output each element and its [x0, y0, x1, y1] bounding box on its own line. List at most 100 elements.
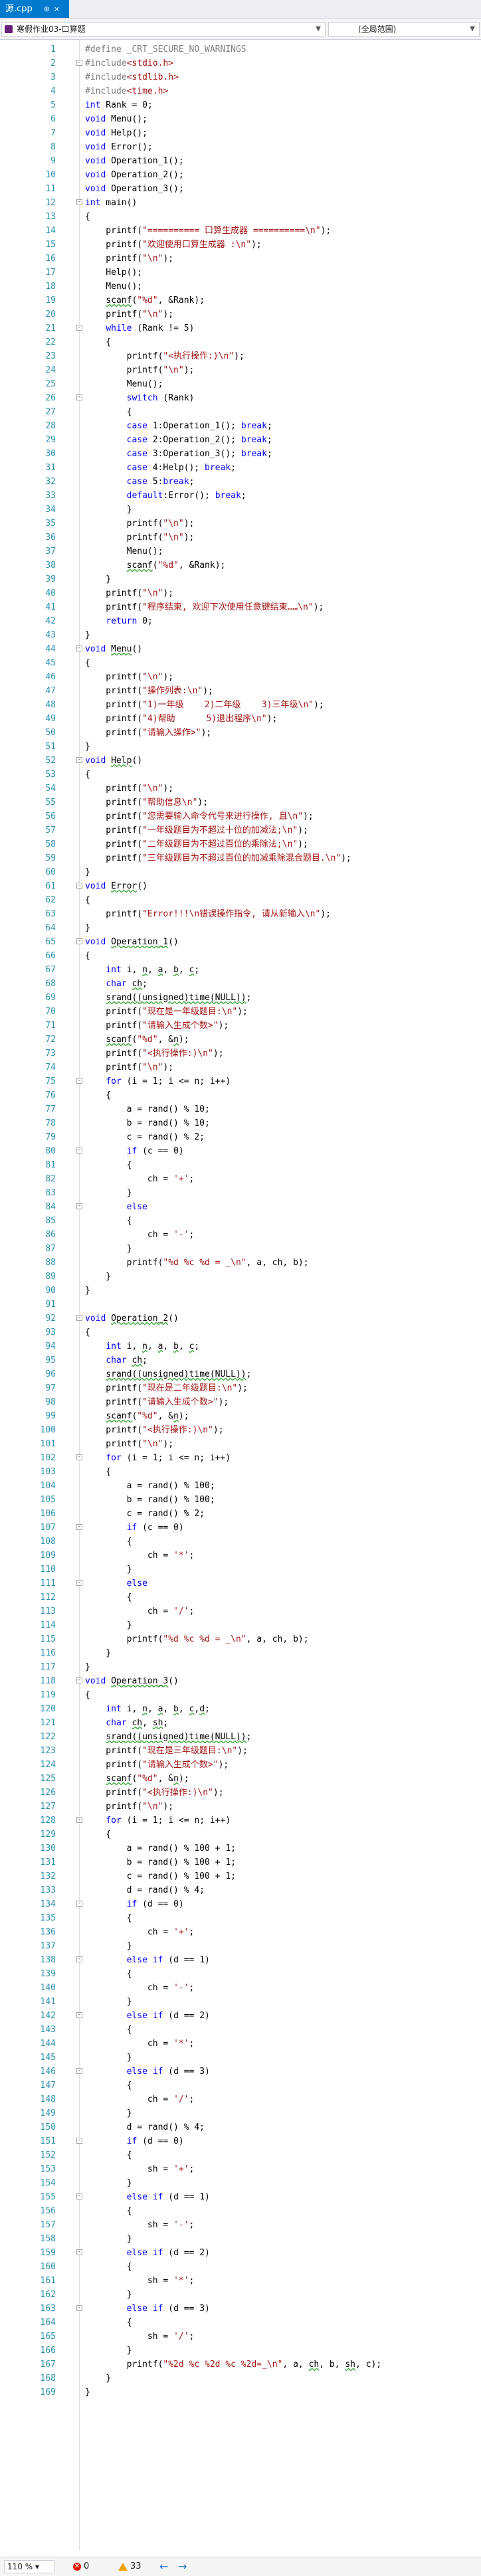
code-line[interactable]: 37 Menu();: [0, 545, 481, 558]
zoom-dropdown[interactable]: 110 % ▾: [4, 2560, 54, 2573]
collapse-icon[interactable]: -: [76, 1901, 82, 1907]
code-line[interactable]: 41 printf("程序结束, 欢迎下次使用任意键结束……\n");: [0, 600, 481, 614]
code-line[interactable]: 55 printf("帮助信息\n");: [0, 796, 481, 810]
code-line[interactable]: 130 a = rand() % 100 + 1;: [0, 1842, 481, 1855]
code-line[interactable]: 137 }: [0, 1939, 481, 1953]
code-line[interactable]: 132 c = rand() % 100 + 1;: [0, 1869, 481, 1883]
code-line[interactable]: 65 - void Operation_1(): [0, 935, 481, 949]
code-line[interactable]: 141 }: [0, 1995, 481, 2009]
code-line[interactable]: 49 printf("4)帮助 5)退出程序\n");: [0, 712, 481, 726]
code-line[interactable]: 103 {: [0, 1465, 481, 1479]
code-line[interactable]: 66 {: [0, 949, 481, 963]
code-line[interactable]: 59 printf("三年级题目为不超过百位的加减乘除混合题目.\n");: [0, 851, 481, 865]
code-line[interactable]: 113 ch = '/';: [0, 1604, 481, 1618]
code-line[interactable]: 97 printf("现在是二年级题目:\n");: [0, 1381, 481, 1395]
collapse-icon[interactable]: -: [76, 2138, 82, 2144]
code-line[interactable]: 2 - #include<stdio.h>: [0, 56, 481, 70]
code-line[interactable]: 131 b = rand() % 100 + 1;: [0, 1855, 481, 1869]
collapse-icon[interactable]: -: [76, 1203, 82, 1209]
code-line[interactable]: 82 ch = '+';: [0, 1172, 481, 1186]
code-line[interactable]: 140 ch = '-';: [0, 1981, 481, 1995]
code-line[interactable]: 89 }: [0, 1270, 481, 1284]
code-line[interactable]: 150 d = rand() % 4;: [0, 2120, 481, 2134]
code-line[interactable]: 90}: [0, 1284, 481, 1298]
code-line[interactable]: 67 int i, n, a, b, c;: [0, 963, 481, 977]
code-line[interactable]: 84 - else: [0, 1200, 481, 1214]
code-line[interactable]: 129 {: [0, 1828, 481, 1842]
code-line[interactable]: 109 ch = '*';: [0, 1549, 481, 1563]
code-line[interactable]: 91: [0, 1298, 481, 1312]
code-line[interactable]: 143 {: [0, 2023, 481, 2037]
collapse-icon[interactable]: -: [76, 1956, 82, 1962]
code-line[interactable]: 133 d = rand() % 4;: [0, 1883, 481, 1897]
arrow-left-icon[interactable]: ←: [159, 2557, 168, 2576]
code-line[interactable]: 20 printf("\n");: [0, 307, 481, 321]
code-line[interactable]: 107 - if (c == 0): [0, 1521, 481, 1535]
code-line[interactable]: 161 sh = '*';: [0, 2274, 481, 2288]
code-line[interactable]: 29 case 2:Operation_2(); break;: [0, 433, 481, 447]
code-line[interactable]: 85 {: [0, 1214, 481, 1228]
code-line[interactable]: 164 {: [0, 2316, 481, 2330]
code-line[interactable]: 22 {: [0, 335, 481, 349]
code-line[interactable]: 112 {: [0, 1590, 481, 1604]
code-line[interactable]: 121 char ch, sh;: [0, 1716, 481, 1730]
code-line[interactable]: 151 - if (d == 0): [0, 2134, 481, 2148]
code-line[interactable]: 28 case 1:Operation_1(); break;: [0, 419, 481, 433]
collapse-icon[interactable]: -: [76, 883, 82, 889]
code-line[interactable]: 108 {: [0, 1535, 481, 1549]
code-line[interactable]: 68 char ch;: [0, 977, 481, 991]
code-line[interactable]: 26 - switch (Rank): [0, 391, 481, 405]
code-line[interactable]: 36 printf("\n");: [0, 531, 481, 545]
code-line[interactable]: 63 printf("Error!!!\n错误操作指令, 请从新输入\n");: [0, 907, 481, 921]
code-line[interactable]: 10 void Operation_2();: [0, 168, 481, 182]
arrow-right-icon[interactable]: →: [178, 2557, 187, 2576]
code-line[interactable]: 60}: [0, 865, 481, 879]
code-line[interactable]: 61 - void Error(): [0, 879, 481, 893]
code-line[interactable]: 75 - for (i = 1; i <= n; i++): [0, 1074, 481, 1088]
collapse-icon[interactable]: -: [76, 645, 82, 651]
code-line[interactable]: 116 }: [0, 1646, 481, 1660]
collapse-icon[interactable]: -: [76, 2305, 82, 2311]
code-line[interactable]: 4 #include<time.h>: [0, 84, 481, 98]
code-line[interactable]: 27 {: [0, 405, 481, 419]
code-line[interactable]: 58 printf("二年级题目为不超过百位的乘除法;\n");: [0, 837, 481, 851]
code-line[interactable]: 156 {: [0, 2204, 481, 2218]
code-line[interactable]: 32 case 5:break;: [0, 475, 481, 489]
code-line[interactable]: 122 srand((unsigned)time(NULL));: [0, 1730, 481, 1744]
code-line[interactable]: 56 printf("您需要输入命令代号来进行操作, 且\n");: [0, 810, 481, 823]
code-line[interactable]: 96 srand((unsigned)time(NULL));: [0, 1367, 481, 1381]
code-line[interactable]: 72 scanf("%d", &n);: [0, 1033, 481, 1047]
code-line[interactable]: 94 int i, n, a, b, c;: [0, 1339, 481, 1353]
code-line[interactable]: 102 - for (i = 1; i <= n; i++): [0, 1451, 481, 1465]
code-editor[interactable]: 1 #define _CRT_SECURE_NO_WARNINGS 2 - #inclu…: [0, 40, 481, 2557]
code-line[interactable]: 45 {: [0, 656, 481, 670]
warning-count[interactable]: 33: [118, 2557, 142, 2576]
code-line[interactable]: 43}: [0, 628, 481, 642]
code-line[interactable]: 138 - else if (d == 1): [0, 1953, 481, 1967]
code-line[interactable]: 168 }: [0, 2371, 481, 2385]
collapse-icon[interactable]: -: [76, 1677, 82, 1683]
collapse-icon[interactable]: -: [76, 1454, 82, 1460]
code-line[interactable]: 42 return 0;: [0, 614, 481, 628]
code-line[interactable]: 15 printf("欢迎使用口算生成器 :\n");: [0, 238, 481, 252]
code-line[interactable]: 73 printf("<执行操作:)\n");: [0, 1047, 481, 1061]
code-line[interactable]: 46 printf("\n");: [0, 670, 481, 684]
code-line[interactable]: 165 sh = '/';: [0, 2330, 481, 2344]
code-line[interactable]: 52 - void Help(): [0, 754, 481, 768]
code-line[interactable]: 106 c = rand() % 2;: [0, 1507, 481, 1521]
code-line[interactable]: 19 scanf("%d", &Rank);: [0, 294, 481, 307]
code-line[interactable]: 77 a = rand() % 10;: [0, 1102, 481, 1116]
code-line[interactable]: 147 {: [0, 2079, 481, 2093]
code-line[interactable]: 53 {: [0, 768, 481, 782]
code-line[interactable]: 39 }: [0, 572, 481, 586]
code-line[interactable]: 88 printf("%d %c %d = _\n", a, ch, b);: [0, 1256, 481, 1270]
code-line[interactable]: 8 void Error();: [0, 140, 481, 154]
code-line[interactable]: 169}: [0, 2385, 481, 2399]
code-line[interactable]: 104 a = rand() % 100;: [0, 1479, 481, 1493]
pin-icon[interactable]: ⊕: [44, 5, 54, 13]
code-line[interactable]: 12 - int main(): [0, 196, 481, 210]
code-line[interactable]: 78 b = rand() % 10;: [0, 1116, 481, 1130]
code-line[interactable]: 128 - for (i = 1; i <= n; i++): [0, 1814, 481, 1828]
code-line[interactable]: 69 srand((unsigned)time(NULL));: [0, 991, 481, 1005]
collapse-icon[interactable]: -: [76, 1078, 82, 1084]
